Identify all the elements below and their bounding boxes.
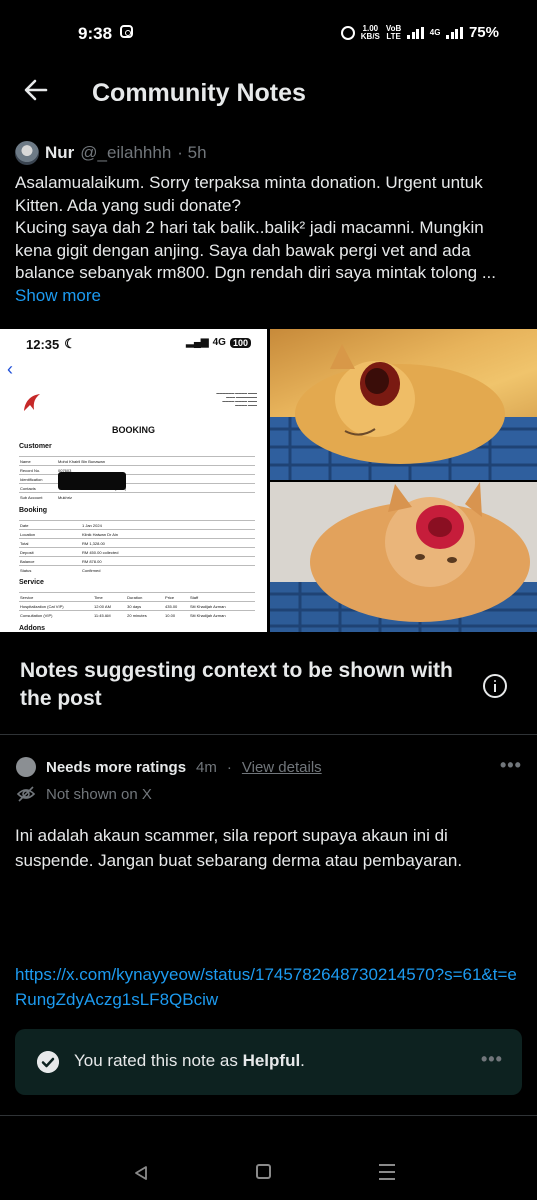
post-line: kena gigit dengan anjing. Saya dah bawak…	[15, 240, 471, 260]
table-row: Record No. 007603	[19, 465, 255, 475]
back-arrow-icon[interactable]	[22, 76, 50, 104]
visibility-text: Not shown on X	[46, 785, 152, 803]
nav-recents-icon[interactable]	[379, 1164, 395, 1185]
battery-level: 75%	[468, 24, 499, 41]
rating-card[interactable]: You rated this note as Helpful. •••	[15, 1029, 522, 1095]
divider	[0, 734, 537, 735]
receipt-title: BOOKING	[111, 425, 155, 435]
separator: ·	[226, 758, 232, 776]
network-type: 4G	[429, 27, 441, 37]
table-row: Contacts(obile)	[19, 483, 255, 493]
author-name[interactable]: Nur	[45, 143, 74, 163]
table-row: Location Klinik Haiwan Dr Ain	[19, 529, 255, 539]
check-icon	[37, 1051, 59, 1073]
table-row: Deposit RM 450.00 collected	[19, 547, 255, 557]
table-row: Total RM 1,328.00	[19, 538, 255, 548]
table-row: Identification(ardi)	[19, 474, 255, 484]
injured-cat-photo-1[interactable]	[270, 329, 537, 480]
top-bar: Community Notes	[0, 66, 537, 122]
notes-section-heading: Notes suggesting context to be shown wit…	[20, 659, 453, 710]
signal-icon	[407, 26, 424, 39]
customer-heading: Customer	[19, 443, 52, 450]
status-bar: 9:38 1.00 KB/S VoB LTE 4G 75%	[0, 0, 537, 66]
eye-off-icon	[16, 786, 36, 802]
system-nav-bar	[0, 1140, 537, 1200]
note-age: 4m	[196, 758, 217, 776]
table-row: Status Confirmed	[19, 565, 255, 574]
table-row: Service Time Duration Price Staff	[19, 592, 255, 602]
signal-icon-2	[446, 26, 463, 39]
alarm-icon	[340, 25, 355, 40]
note-more-icon[interactable]: •••	[500, 755, 522, 776]
booking-heading: Booking	[19, 507, 47, 514]
injured-cat-photo-2[interactable]	[270, 482, 537, 632]
nav-home-icon[interactable]	[256, 1164, 271, 1179]
status-time: 9:38	[78, 24, 113, 43]
author-handle[interactable]: @_eilahhhh	[80, 143, 171, 163]
camera-notification-icon	[120, 25, 133, 38]
clinic-address: ▬▬▬▬▬▬ ▬▬▬▬ ▬▬▬ ▬▬▬ ▬▬▬▬▬▬▬ ▬▬▬▬ ▬▬▬▬ ▬▬▬ ▬…	[216, 391, 257, 407]
show-more-link[interactable]: Show more	[15, 286, 101, 306]
nav-back-icon[interactable]	[133, 1165, 149, 1181]
receipt-status-bar: 12:35 ☾	[26, 336, 76, 352]
note-status-row: Needs more ratings 4m · View details	[16, 757, 322, 777]
table-row: Sub Account Mukhriz	[19, 492, 255, 501]
customer-table: Name Mohd Khairil Bin Bunawan Record No. 0…	[19, 456, 255, 501]
post-media: 12:35 ☾ ▂▄▆ 4G 100 ‹ ▬▬▬▬▬▬ ▬▬▬▬ ▬▬▬ ▬▬▬ ▬▬▬…	[0, 329, 537, 632]
service-table: Service Time Duration Price Staff Hospitaliz…	[19, 592, 255, 619]
booking-table: Date 1 Jan 2024 Location Klinik Haiwan Dr …	[19, 520, 255, 574]
post-line: Asalamualaikum. Sorry terpaksa minta don…	[15, 173, 483, 192]
post-line: balance sebanyak rm800. Dgn rendah diri …	[15, 263, 496, 282]
table-row: Name Mohd Khairil Bin Bunawan	[19, 456, 255, 466]
avatar[interactable]	[15, 141, 39, 165]
addons-heading: Addons	[19, 625, 46, 632]
page-title: Community Notes	[92, 79, 306, 107]
rating-more-icon[interactable]: •••	[481, 1049, 503, 1070]
post-time: · 5h	[177, 143, 207, 162]
redaction	[58, 472, 126, 490]
receipt-back-icon: ‹	[7, 359, 13, 379]
post-line: Kucing saya dah 2 hari tak balik..balik²…	[15, 218, 484, 237]
status-dot-icon	[16, 757, 36, 777]
volte-indicator: VoB LTE	[385, 23, 402, 41]
note-source-link[interactable]: https://x.com/kynayyeow/status/174578264…	[15, 962, 523, 1012]
receipt-image[interactable]: 12:35 ☾ ▂▄▆ 4G 100 ‹ ▬▬▬▬▬▬ ▬▬▬▬ ▬▬▬ ▬▬▬ ▬▬▬…	[0, 329, 267, 632]
table-row: Date 1 Jan 2024	[19, 520, 255, 530]
service-heading: Service	[19, 579, 44, 586]
table-row: Hospitalization (Cat VIP) 12:00 AM 30 days…	[19, 601, 255, 611]
visibility-row: Not shown on X	[16, 784, 152, 804]
note-status: Needs more ratings	[46, 758, 187, 776]
post-line: Kitten. Ada yang sudi donate?	[15, 195, 241, 215]
clinic-logo-icon	[24, 394, 40, 411]
network-speed: 1.00 KB/S	[360, 23, 380, 41]
post-header: Nur @_eilahhhh · 5h	[15, 141, 207, 165]
post-text: Asalamualaikum. Sorry terpaksa minta don…	[15, 172, 523, 285]
view-details-link[interactable]: View details	[242, 759, 322, 776]
status-icons: 1.00 KB/S VoB LTE 4G 75%	[340, 23, 499, 41]
table-row: Consultation (VIP) 11:45 AM 20 minutes 10.0…	[19, 610, 255, 619]
divider	[0, 1115, 537, 1116]
rating-text: You rated this note as Helpful.	[74, 1051, 305, 1070]
note-body: Ini adalah akaun scammer, sila report su…	[15, 826, 463, 870]
info-icon[interactable]	[483, 674, 507, 698]
table-row: Balance RM 878.00	[19, 556, 255, 566]
